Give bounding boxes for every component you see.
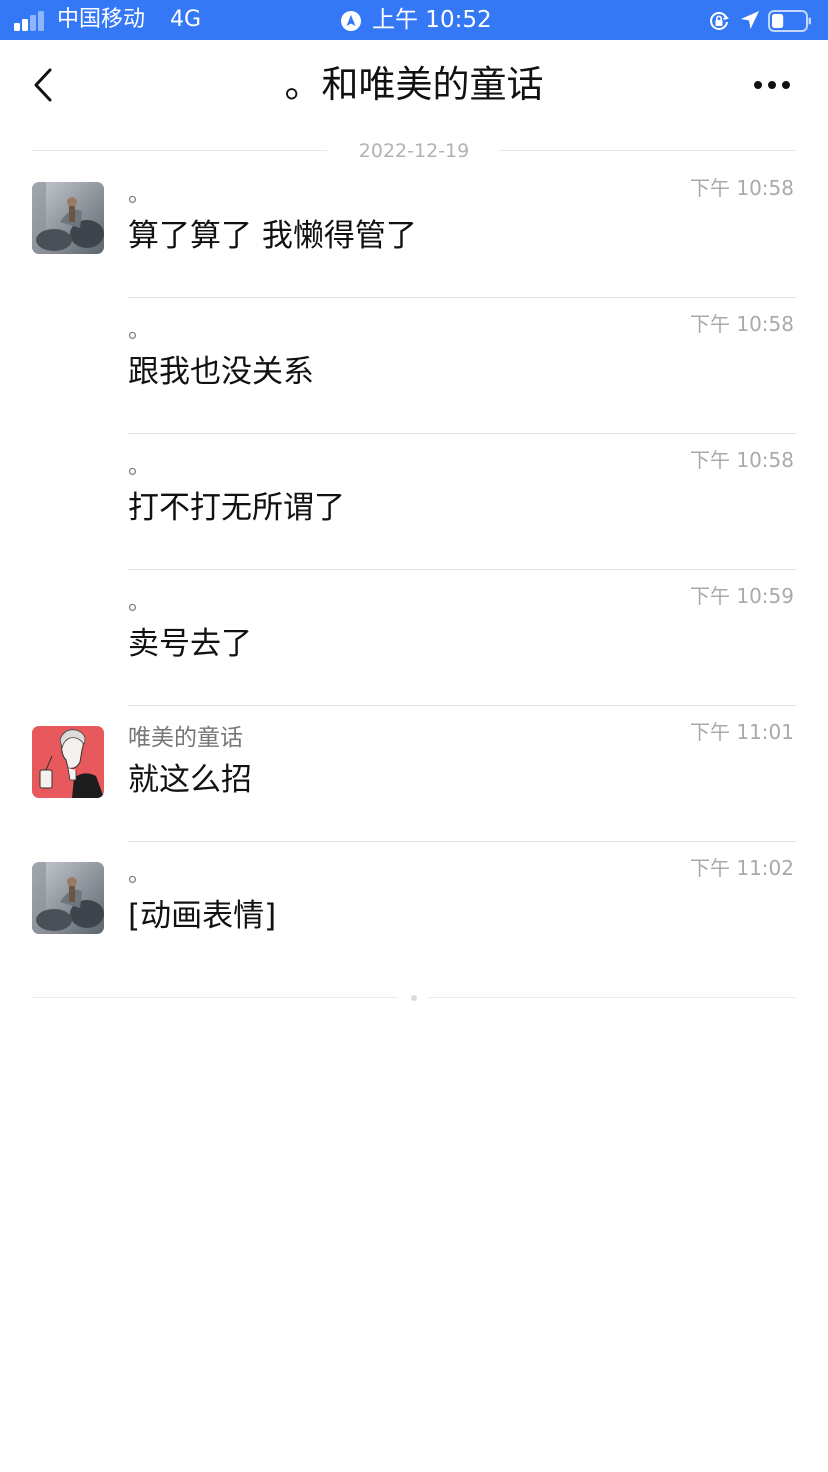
avatar-illustration-icon [32,726,104,798]
battery-icon [768,10,812,32]
sender-name: 。 [128,317,151,343]
avatar-photo-icon [32,182,104,254]
sender-name: 。 [128,861,151,887]
message-time: 下午 10:58 [690,448,794,472]
message-time: 下午 11:01 [690,720,794,744]
message-text: 就这么招 [128,762,252,798]
nav-bar: 。和唯美的童话 [0,40,828,132]
message-time: 下午 10:59 [690,584,794,608]
avatar[interactable] [32,862,104,934]
more-button[interactable] [748,68,796,102]
avatar[interactable] [32,182,104,254]
message-time: 下午 10:58 [690,312,794,336]
message-item[interactable]: 。 下午 10:58 跟我也没关系 [0,298,828,434]
date-label: 2022-12-19 [358,140,470,162]
navigation-icon [341,11,361,31]
end-dot [411,995,417,1001]
message-text: 算了算了 我懒得管了 [128,218,417,254]
sender-name: 唯美的童话 [128,725,243,751]
message-time: 下午 11:02 [690,856,794,880]
sender-name: 。 [128,181,151,207]
divider-line [32,997,398,998]
chat-title: 。和唯美的童话 [284,63,544,106]
message-time: 下午 10:58 [690,176,794,200]
message-text: 跟我也没关系 [128,354,314,390]
sender-name: 。 [128,453,151,479]
orientation-lock-icon [708,10,730,32]
avatar-photo-icon [32,862,104,934]
cellular-signal-icon [14,11,48,31]
message-text: [动画表情] [128,898,277,934]
carrier-label: 中国移动 [57,7,146,32]
status-bar: 中国移动 4G 上午 10:52 [0,0,828,40]
more-dots-icon [754,81,790,89]
divider-line [428,997,796,998]
network-type-label: 4G [170,7,202,32]
message-text: 打不打无所谓了 [128,490,345,526]
end-of-list-divider [32,988,796,1008]
message-item[interactable]: 。 下午 10:59 卖号去了 [0,570,828,706]
date-divider: 2022-12-19 [32,138,796,164]
status-time: 上午 10:52 [372,7,492,33]
message-item[interactable]: 。 下午 10:58 打不打无所谓了 [0,434,828,570]
message-item[interactable]: 唯美的童话 下午 11:01 就这么招 [0,706,828,842]
message-item[interactable]: 。 下午 10:58 算了算了 我懒得管了 [0,162,828,298]
avatar[interactable] [32,726,104,798]
location-arrow-icon [739,9,761,31]
sender-name: 。 [128,589,151,615]
message-text: 卖号去了 [128,626,252,662]
message-item[interactable]: 。 下午 11:02 [动画表情] [0,842,828,978]
divider-line [499,150,796,151]
